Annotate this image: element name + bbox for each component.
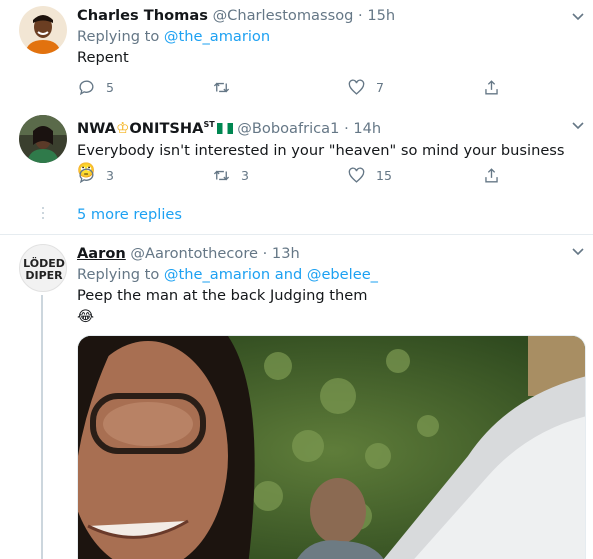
retweet-icon [213,170,230,181]
avatar[interactable] [19,6,67,54]
retweet-icon [213,82,230,93]
thread-line [41,295,43,559]
timestamp[interactable]: 13h [272,245,300,262]
share-button[interactable] [482,78,501,97]
reply-count: 3 [106,168,114,183]
reply-button[interactable]: 3 [77,166,114,185]
share-button[interactable] [482,166,501,185]
tweet-header: Charles Thomas @Charlestomassog · 15h [77,6,579,26]
tweet-text: Repent [77,49,129,66]
reply-button[interactable]: 5 [77,78,114,97]
nigeria-flag-icon [216,122,233,134]
reply-count: 5 [106,80,114,95]
mention-link[interactable]: @ebelee_ [307,266,378,283]
display-name-superscript: ST [203,120,215,129]
timestamp[interactable]: 15h [367,7,395,24]
separator-dot: · [262,245,268,262]
avatar-logo-line-2: DIPER [25,269,63,282]
reply-icon [79,80,94,96]
avatar[interactable]: LÖDED DIPER [19,244,67,292]
thread-connector-dots [41,207,45,222]
display-name[interactable]: Aaron [77,245,126,262]
like-count: 15 [376,168,392,183]
tweet-emoji: 😂 [77,308,95,325]
share-icon [485,168,498,183]
replying-to: Replying to @the_amarion [77,27,579,47]
handle[interactable]: @Boboafrica1 [237,120,339,137]
display-name[interactable]: NWA♔ONITSHAST [77,118,233,137]
replying-prefix: Replying to [77,266,164,283]
like-icon [348,167,365,183]
crown-icon: ♔ [115,118,130,137]
reply-icon [79,168,94,184]
display-name-part-2: ONITSHA [129,119,204,137]
display-name-part-1: NWA [77,119,116,137]
like-count: 7 [376,80,384,95]
like-button[interactable]: 15 [347,166,392,185]
retweet-count: 3 [241,168,249,183]
replying-to: Replying to @the_amarion and @ebelee_ [77,265,579,285]
chevron-down-icon[interactable] [571,119,585,133]
avatar[interactable] [19,115,67,163]
retweet-button[interactable]: 3 [212,166,249,185]
mention-link[interactable]: @the_amarion [164,28,270,45]
display-name[interactable]: Charles Thomas [77,7,208,24]
replying-prefix: Replying to [77,28,164,45]
tweet-header: NWA♔ONITSHAST @Boboafrica1 · 14h [77,115,579,139]
retweet-button[interactable] [212,78,241,97]
mention-link[interactable]: @the_amarion [164,266,270,283]
tweet-text: Peep the man at the back Judging them [77,287,368,304]
tweet-header: Aaron @Aarontothecore · 13h [77,244,579,264]
separator-dot: · [344,119,349,137]
replying-and: and [270,266,307,283]
handle[interactable]: @Charlestomassog [213,7,354,24]
avatar-logo-line-1: LÖDED [23,256,65,270]
separator-dot: · [358,7,363,24]
tweet-nwa-onitsha[interactable]: NWA♔ONITSHAST @Boboafrica1 · 14h Everybo… [0,110,593,200]
chevron-down-icon[interactable] [571,245,585,259]
handle[interactable]: @Aarontothecore [130,245,258,262]
share-icon [485,80,498,95]
like-button[interactable]: 7 [347,78,384,97]
timestamp[interactable]: 14h [353,120,381,137]
like-icon [348,79,365,95]
chevron-down-icon[interactable] [571,10,585,24]
tweet-photo[interactable] [77,335,586,559]
tweet-charles[interactable]: Charles Thomas @Charlestomassog · 15h Re… [0,0,593,110]
more-replies-link[interactable]: 5 more replies [77,206,182,223]
